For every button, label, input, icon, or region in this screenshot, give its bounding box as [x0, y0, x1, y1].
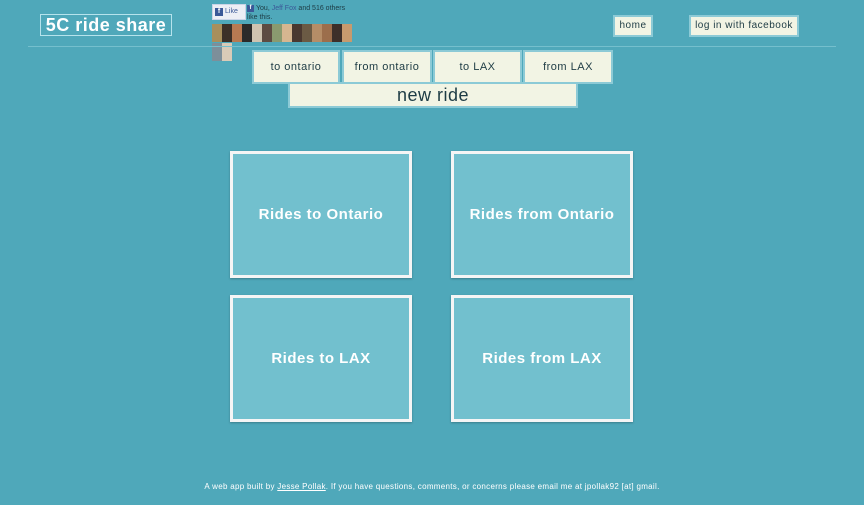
like-label: Like — [225, 8, 238, 15]
card-rides-from-lax[interactable]: Rides from LAX — [451, 295, 633, 422]
card-rides-to-lax[interactable]: Rides to LAX — [230, 295, 412, 422]
new-ride-button[interactable]: new ride — [288, 82, 578, 108]
avatar[interactable] — [272, 24, 282, 42]
avatar[interactable] — [332, 24, 342, 42]
facebook-f-icon: f — [215, 8, 223, 16]
header-divider — [28, 46, 836, 47]
nav-from-lax[interactable]: from LAX — [523, 50, 613, 84]
card-rides-from-ontario[interactable]: Rides from Ontario — [451, 151, 633, 278]
avatar[interactable] — [312, 24, 322, 42]
facebook-social-text: f You, Jeff Fox and 516 others like this. — [247, 4, 357, 22]
footer-suffix: . If you have questions, comments, or co… — [325, 482, 660, 491]
avatar[interactable] — [292, 24, 302, 42]
nav-to-ontario[interactable]: to ontario — [252, 50, 340, 84]
facebook-login-button[interactable]: log in with facebook — [689, 15, 799, 37]
facebook-icon: f — [247, 4, 254, 12]
avatar[interactable] — [342, 24, 352, 42]
avatar[interactable] — [262, 24, 272, 42]
avatar[interactable] — [302, 24, 312, 42]
card-label: Rides to LAX — [271, 350, 371, 367]
home-button[interactable]: home — [613, 15, 653, 37]
avatar[interactable] — [322, 24, 332, 42]
nav-from-ontario[interactable]: from ontario — [342, 50, 432, 84]
site-logo[interactable]: 5C ride share — [40, 14, 172, 36]
facebook-like-button[interactable]: f Like — [212, 4, 246, 20]
card-label: Rides from LAX — [482, 350, 602, 367]
footer-prefix: A web app built by — [204, 482, 278, 491]
avatar[interactable] — [252, 24, 262, 42]
avatar[interactable] — [282, 24, 292, 42]
avatar[interactable] — [212, 24, 222, 42]
author-link[interactable]: Jesse Pollak — [277, 482, 326, 491]
card-label: Rides from Ontario — [469, 206, 615, 223]
card-label: Rides to Ontario — [258, 206, 384, 223]
card-rides-to-ontario[interactable]: Rides to Ontario — [230, 151, 412, 278]
avatar[interactable] — [222, 24, 232, 42]
avatar[interactable] — [232, 24, 242, 42]
footer: A web app built by Jesse Pollak. If you … — [0, 482, 864, 491]
avatar[interactable] — [242, 24, 252, 42]
nav-to-lax[interactable]: to LAX — [433, 50, 522, 84]
social-prefix: You, — [256, 5, 272, 12]
friend-name-link[interactable]: Jeff Fox — [272, 5, 297, 12]
